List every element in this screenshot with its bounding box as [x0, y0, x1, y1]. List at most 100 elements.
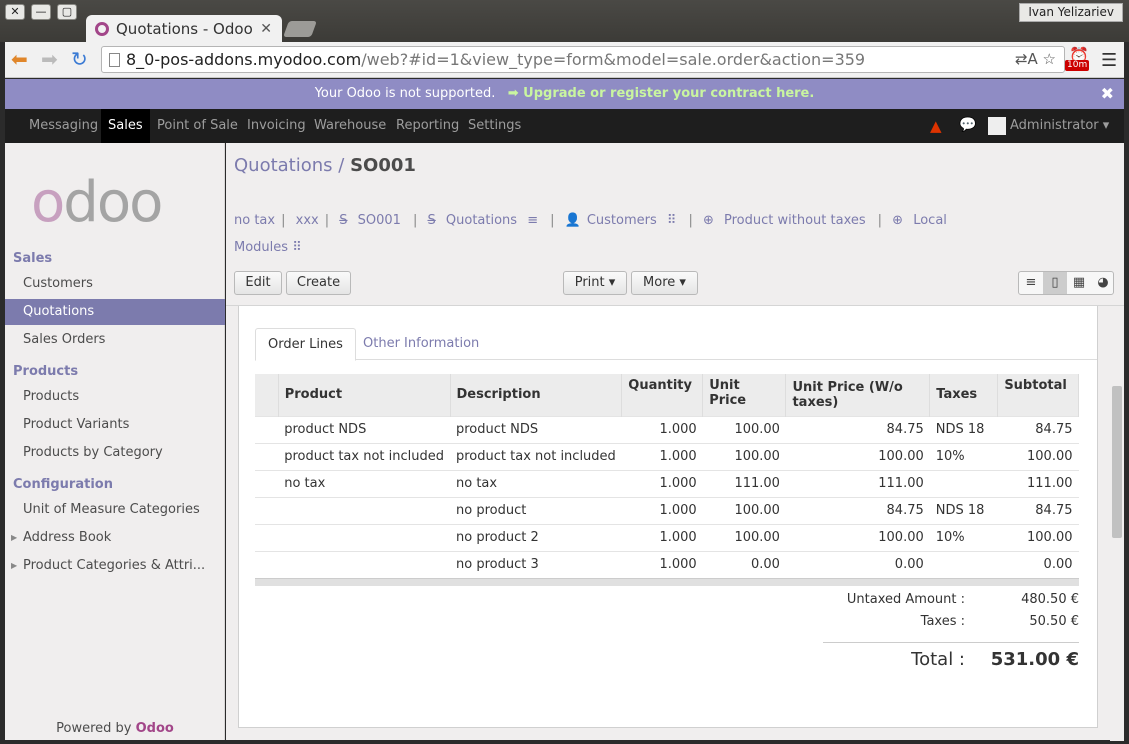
sidebar-item-address-book[interactable]: ▶ Address Book — [5, 525, 225, 551]
cell-product — [278, 496, 450, 524]
facet-customers[interactable]: 👤 Customers ⠿ — [565, 213, 683, 228]
table-header-row: Product Description Quantity Unit Price … — [255, 374, 1079, 416]
table-row[interactable]: no product 2 1.000 100.00 100.00 10% 100… — [255, 523, 1079, 551]
menu-reporting[interactable]: Reporting — [389, 109, 466, 143]
totals-block: Untaxed Amount : 480.50 € Taxes : 50.50 … — [823, 592, 1079, 670]
sidebar: odoo Sales Customers Quotations Sales Or… — [5, 143, 225, 740]
sidebar-item-sales-orders[interactable]: Sales Orders — [5, 327, 225, 353]
user-menu[interactable]: Administrator ▾ — [988, 109, 1109, 143]
translate-icon[interactable]: ⇄A ☆ — [1015, 47, 1056, 72]
close-announcement-icon[interactable]: ✖ — [1101, 79, 1114, 109]
facet-product-without-taxes[interactable]: ⊕ Product without taxes — [703, 213, 872, 228]
column-header[interactable]: Taxes — [929, 374, 999, 416]
menu-warehouse[interactable]: Warehouse — [307, 109, 393, 143]
address-bar[interactable]: 8_0-pos-addons.myodoo.com/web?#id=1&view… — [101, 46, 1065, 73]
total-value: 531.00 € — [990, 649, 1079, 670]
menu-messaging[interactable]: Messaging — [22, 109, 105, 143]
sidebar-item-uom-categories[interactable]: Unit of Measure Categories — [5, 497, 225, 523]
cell-taxes: 10% — [929, 442, 998, 470]
table-row[interactable]: no tax no tax 1.000 111.00 111.00 111.00 — [255, 469, 1079, 497]
edit-button[interactable]: Edit — [234, 271, 282, 295]
cell-taxes: NDS 18 — [929, 496, 998, 524]
create-button[interactable]: Create — [286, 271, 351, 295]
profile-chip[interactable]: Ivan Yelizariev — [1019, 3, 1123, 22]
tab-other-information[interactable]: Other Information — [351, 328, 491, 360]
menu-sales[interactable]: Sales — [101, 109, 150, 143]
facet-xxx[interactable]: xxx — [296, 213, 319, 228]
warning-icon[interactable]: ▲ — [930, 117, 942, 135]
hamburger-menu-icon[interactable]: ☰ — [1101, 50, 1117, 71]
scrollbar-thumb[interactable] — [1112, 386, 1122, 538]
column-header[interactable]: Unit Price (W/o taxes) — [785, 374, 931, 416]
cell-product: product tax not included — [278, 442, 450, 470]
sidebar-item-quotations[interactable]: Quotations — [5, 299, 225, 325]
powered-by-prefix: Powered by — [56, 721, 132, 736]
chat-icon[interactable]: 💬 — [959, 117, 976, 133]
browser-toolbar: ⬅ ➡ ↻ 8_0-pos-addons.myodoo.com/web?#id=… — [5, 42, 1124, 78]
table-row[interactable]: no product 3 1.000 0.00 0.00 0.00 — [255, 550, 1079, 578]
calendar-view-icon[interactable]: ▦ — [1067, 272, 1091, 294]
column-header[interactable]: Quantity — [621, 374, 704, 416]
list-view-icon[interactable]: ≡ — [1019, 272, 1043, 294]
url-host: 8_0-pos-addons.myodoo.com — [126, 50, 362, 69]
cell-taxes: NDS 18 — [929, 415, 998, 443]
print-button[interactable]: Print ▾ — [563, 271, 627, 295]
facet-product-without-taxes-label: Product without taxes — [724, 213, 866, 228]
more-button[interactable]: More ▾ — [631, 271, 698, 295]
column-header[interactable]: Subtotal — [997, 374, 1079, 416]
untaxed-value: 480.50 € — [1021, 592, 1079, 607]
column-header[interactable]: Unit Price — [702, 374, 787, 416]
column-header[interactable]: Description — [450, 374, 623, 416]
menu-settings[interactable]: Settings — [461, 109, 528, 143]
facet-quotations[interactable]: S̶ Quotations ≡ — [428, 213, 545, 228]
cell-quantity: 1.000 — [621, 442, 703, 470]
row-handle — [255, 415, 279, 443]
main-scrollbar[interactable] — [1110, 306, 1124, 741]
facet-no-tax[interactable]: no tax — [234, 213, 275, 228]
cell-unit-price: 100.00 — [702, 496, 786, 524]
facet-so001-label: SO001 — [357, 213, 401, 228]
powered-by-link[interactable]: Odoo — [136, 721, 174, 736]
main-content: Quotations / SO001 no tax | xxx | S̶ SO001… — [226, 143, 1124, 741]
total-label: Total : — [911, 649, 965, 670]
facet-so001[interactable]: S̶ SO001 — [339, 213, 407, 228]
browser-tab[interactable]: Quotations - Odoo ✕ — [86, 15, 282, 43]
timer-extension-icon[interactable]: ⏰ 10m — [1065, 46, 1090, 71]
facet-modules[interactable]: Modules ⠿ — [234, 240, 302, 255]
sidebar-item-products-by-category[interactable]: Products by Category — [5, 440, 225, 466]
cell-product: no tax — [278, 469, 450, 497]
upgrade-link[interactable]: ➡ Upgrade or register your contract here… — [508, 86, 815, 101]
cell-quantity: 1.000 — [621, 415, 703, 443]
reload-icon[interactable]: ↻ — [71, 48, 88, 70]
sidebar-item-product-categories[interactable]: ▶ Product Categories & Attri... — [5, 553, 225, 579]
strike-icon: S̶ — [339, 213, 348, 228]
tab-close-icon[interactable]: ✕ — [260, 15, 272, 43]
cell-product: product NDS — [278, 415, 450, 443]
table-row[interactable]: no product 1.000 100.00 84.75 NDS 18 84.… — [255, 496, 1079, 524]
back-arrow-icon[interactable]: ⬅ — [11, 48, 28, 70]
window-maximize-button[interactable]: ▢ — [57, 4, 77, 20]
sidebar-item-product-variants[interactable]: Product Variants — [5, 412, 225, 438]
odoo-favicon-icon — [95, 22, 109, 36]
cell-quantity: 1.000 — [621, 469, 703, 497]
forward-arrow-icon[interactable]: ➡ — [41, 48, 58, 70]
tab-order-lines[interactable]: Order Lines — [255, 328, 356, 361]
graph-view-icon[interactable]: ◕ — [1091, 272, 1115, 294]
form-view-icon[interactable]: ▯ — [1043, 272, 1067, 294]
cell-unit-price-wo-taxes: 84.75 — [785, 415, 930, 443]
menu-invoicing[interactable]: Invoicing — [240, 109, 313, 143]
sidebar-item-customers[interactable]: Customers — [5, 271, 225, 297]
cell-subtotal: 100.00 — [997, 442, 1079, 470]
window-minimize-button[interactable]: — — [31, 4, 51, 20]
facet-local[interactable]: ⊕ Local — [892, 213, 953, 228]
column-header[interactable]: Product — [278, 374, 451, 416]
table-row[interactable]: product tax not included product tax not… — [255, 442, 1079, 470]
table-row[interactable]: product NDS product NDS 1.000 100.00 84.… — [255, 415, 1079, 443]
menu-point-of-sale[interactable]: Point of Sale — [150, 109, 245, 143]
new-tab-button[interactable] — [283, 21, 317, 37]
breadcrumb-quotations[interactable]: Quotations — [234, 155, 333, 176]
sidebar-item-products[interactable]: Products — [5, 384, 225, 410]
breadcrumb: Quotations / SO001 — [234, 155, 416, 176]
window-close-button[interactable]: ✕ — [5, 4, 25, 20]
odoo-logo[interactable]: odoo — [31, 173, 163, 233]
